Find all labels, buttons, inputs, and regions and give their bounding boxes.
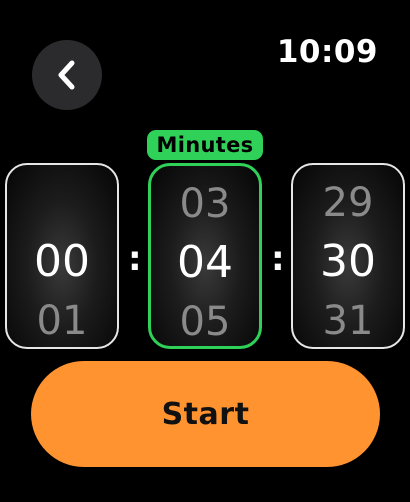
minutes-current-value: 04 xyxy=(177,237,233,288)
start-button[interactable]: Start xyxy=(31,361,380,467)
seconds-current-value: 30 xyxy=(320,236,376,287)
time-separator: : xyxy=(128,239,142,279)
time-separator: : xyxy=(271,239,285,279)
hours-current-value: 00 xyxy=(34,236,90,287)
minutes-wheel[interactable]: 03 04 05 xyxy=(148,163,262,349)
seconds-next-value: 31 xyxy=(322,298,374,344)
hours-next-value: 01 xyxy=(36,298,88,344)
seconds-prev-value: 29 xyxy=(322,180,374,226)
hours-wheel[interactable]: 00 01 xyxy=(5,163,119,349)
minutes-next-value: 05 xyxy=(179,299,231,345)
active-field-label: Minutes xyxy=(147,130,263,160)
seconds-wheel[interactable]: 29 30 31 xyxy=(291,163,405,349)
chevron-left-icon xyxy=(53,58,81,92)
status-time: 10:09 xyxy=(276,34,378,70)
back-button[interactable] xyxy=(32,40,102,110)
minutes-prev-value: 03 xyxy=(179,181,231,227)
